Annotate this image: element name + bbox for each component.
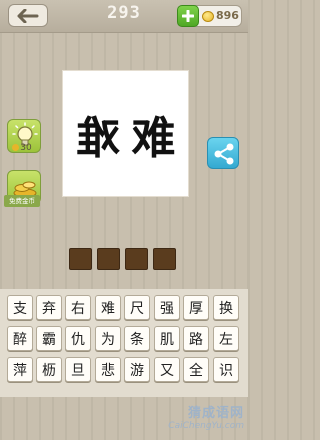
answer-slot-4[interactable]: [153, 248, 176, 270]
plus-icon: [182, 10, 194, 22]
top-bar: 293 896: [0, 0, 248, 33]
puzzle-image: 难 难: [62, 70, 189, 197]
share-icon: [214, 143, 234, 165]
back-button[interactable]: [8, 4, 48, 27]
char-key[interactable]: 弃: [36, 295, 62, 320]
watermark-site: 猜成语网: [187, 406, 244, 421]
char-key[interactable]: 全: [183, 357, 209, 382]
char-key[interactable]: 难: [95, 295, 121, 320]
share-button[interactable]: [207, 137, 239, 169]
char-key[interactable]: 肌: [154, 326, 180, 351]
char-key[interactable]: 仇: [65, 326, 91, 351]
char-key[interactable]: 左: [213, 326, 239, 351]
char-key[interactable]: 右: [65, 295, 91, 320]
coin-count: 896: [216, 9, 239, 22]
arrow-left-icon: [17, 8, 39, 23]
char-key[interactable]: 霸: [36, 326, 62, 351]
char-key[interactable]: 厚: [183, 295, 209, 320]
char-key[interactable]: 为: [95, 326, 121, 351]
answer-slot-1[interactable]: [69, 248, 92, 270]
char-key[interactable]: 枥: [36, 357, 62, 382]
char-key[interactable]: 路: [183, 326, 209, 351]
char-key[interactable]: 条: [124, 326, 150, 351]
free-coins-label: 免费金币: [4, 195, 40, 207]
character-keyboard: 支 弃 右 难 尺 强 厚 换 醉 霸 仇 为 条 肌 路 左 萍 枥 旦 悲 …: [0, 289, 248, 397]
char-key[interactable]: 悲: [95, 357, 121, 382]
coin-icon: [12, 144, 20, 151]
answer-slot-2[interactable]: [97, 248, 120, 270]
char-key[interactable]: 又: [154, 357, 180, 382]
char-key[interactable]: 醉: [7, 326, 33, 351]
char-key[interactable]: 强: [154, 295, 180, 320]
char-key[interactable]: 游: [124, 357, 150, 382]
puzzle-char-mirrored: 难: [75, 112, 120, 164]
coin-icon: [202, 11, 214, 22]
puzzle-char: 难: [131, 112, 176, 164]
char-key[interactable]: 萍: [7, 357, 33, 382]
add-coins-button[interactable]: [177, 5, 199, 27]
char-key[interactable]: 尺: [124, 295, 150, 320]
hint-cost: 30: [4, 143, 40, 155]
level-number: 293: [107, 3, 141, 23]
coin-panel: 896: [177, 5, 242, 27]
char-key[interactable]: 识: [213, 357, 239, 382]
char-key[interactable]: 支: [7, 295, 33, 320]
char-key[interactable]: 换: [213, 295, 239, 320]
watermark-url: CaiChengYu.com: [168, 421, 244, 431]
hint-cost-value: 30: [20, 143, 32, 153]
answer-slot-3[interactable]: [125, 248, 148, 270]
char-key[interactable]: 旦: [65, 357, 91, 382]
